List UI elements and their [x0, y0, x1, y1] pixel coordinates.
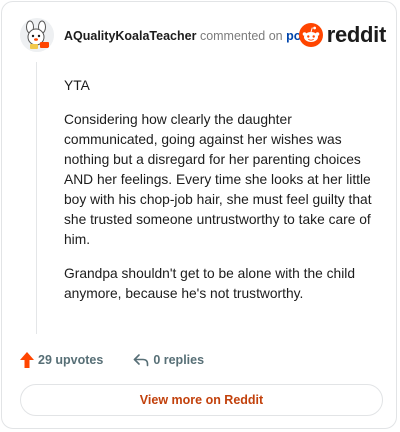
comment-paragraph: Considering how clearly the daughter com… — [64, 112, 372, 247]
reddit-alien-icon — [298, 23, 323, 47]
reply-arrow-icon — [134, 354, 149, 367]
thread-line — [36, 62, 37, 334]
comment-body: YTA Considering how clearly the daughter… — [64, 76, 380, 318]
commented-on-text: commented on — [199, 29, 283, 43]
comment-actions: 29 upvotes 0 replies — [20, 350, 204, 370]
reddit-wordmark: reddit — [326, 22, 387, 47]
replies-button[interactable]: 0 replies — [133, 353, 204, 367]
reddit-brand[interactable]: reddit — [298, 22, 387, 48]
reddit-comment-embed: AQualityKoalaTeacher commented on post r… — [1, 1, 397, 429]
comment-meta: AQualityKoalaTeacher commented on post — [64, 28, 313, 44]
koala-avatar-icon — [20, 18, 54, 52]
comment-paragraph: YTA — [64, 78, 90, 93]
upvote-button[interactable]: 29 upvotes — [20, 352, 103, 368]
view-more-button[interactable]: View more on Reddit — [20, 384, 383, 416]
upvote-arrow-icon — [20, 352, 34, 368]
avatar[interactable] — [20, 18, 54, 52]
author-name[interactable]: AQualityKoalaTeacher — [64, 29, 196, 43]
reply-count: 0 replies — [153, 353, 205, 367]
upvote-count: 29 upvotes — [38, 353, 104, 367]
comment-paragraph: Grandpa shouldn't get to be alone with t… — [64, 266, 356, 301]
comment-header: AQualityKoalaTeacher commented on post r… — [20, 18, 386, 54]
